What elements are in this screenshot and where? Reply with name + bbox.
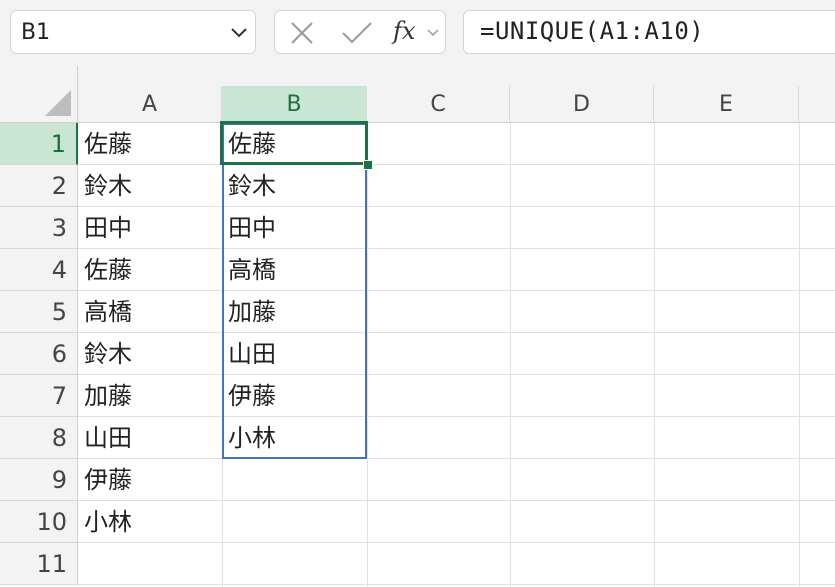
select-all-button[interactable] xyxy=(0,66,78,123)
cell-a2[interactable]: 鈴木 xyxy=(78,165,222,207)
spill-range-border xyxy=(222,123,367,459)
cell-a8[interactable]: 山田 xyxy=(78,417,222,459)
active-cell-border xyxy=(220,121,368,165)
chevron-down-icon[interactable] xyxy=(229,22,249,42)
select-all-triangle-icon xyxy=(45,90,71,116)
row-header-1[interactable]: 1 xyxy=(0,123,78,165)
row-header-11[interactable]: 11 xyxy=(0,543,78,585)
cell-a9[interactable]: 伊藤 xyxy=(78,459,222,501)
grid-top-strip xyxy=(78,66,835,86)
formula-buttons: fx xyxy=(274,10,446,54)
x-icon[interactable] xyxy=(289,20,315,46)
grid-line-vertical xyxy=(799,123,800,587)
cell-area: 佐藤 鈴木 田中 佐藤 高橋 鈴木 加藤 山田 伊藤 小林 佐藤 鈴木 田中 高橋 加藤 山田 伊藤 小林 xyxy=(78,121,835,587)
name-box[interactable]: B1 xyxy=(10,10,256,54)
cell-a4[interactable]: 佐藤 xyxy=(78,249,222,291)
row-header-2[interactable]: 2 xyxy=(0,165,78,207)
column-header-e[interactable]: E xyxy=(654,86,799,123)
row-header-3[interactable]: 3 xyxy=(0,207,78,249)
row-header-8[interactable]: 8 xyxy=(0,417,78,459)
cell-a7[interactable]: 加藤 xyxy=(78,375,222,417)
grid-line-vertical xyxy=(654,123,655,587)
formula-input[interactable]: =UNIQUE(A1:A10) xyxy=(463,10,835,54)
grid-line-vertical xyxy=(367,123,368,587)
row-header-6[interactable]: 6 xyxy=(0,333,78,375)
grid-line-vertical xyxy=(510,123,511,587)
formula-text: =UNIQUE(A1:A10) xyxy=(480,17,705,45)
cell-a6[interactable]: 鈴木 xyxy=(78,333,222,375)
column-header-overflow[interactable] xyxy=(799,86,835,123)
row-header-7[interactable]: 7 xyxy=(0,375,78,417)
row-header-9[interactable]: 9 xyxy=(0,459,78,501)
row-header-5[interactable]: 5 xyxy=(0,291,78,333)
name-box-value: B1 xyxy=(21,20,51,45)
spreadsheet-grid: ABCDE 1 2 3 4 5 6 7 8 9 10 11 佐藤 鈴木 田中 佐藤 高橋 鈴木 加藤 山田 伊藤 小林… xyxy=(0,66,835,587)
column-header-c[interactable]: C xyxy=(367,86,510,123)
column-headers: ABCDE xyxy=(78,86,835,123)
cell-a5[interactable]: 高橋 xyxy=(78,291,222,333)
row-header-10[interactable]: 10 xyxy=(0,501,78,543)
check-icon[interactable] xyxy=(341,20,373,46)
chevron-down-icon[interactable] xyxy=(427,28,439,38)
formula-bar-area: B1 fx =UNIQUE(A1:A10) xyxy=(0,0,835,66)
fill-handle[interactable] xyxy=(363,160,373,170)
column-header-a[interactable]: A xyxy=(78,86,222,123)
cell-a1[interactable]: 佐藤 xyxy=(78,123,222,165)
cell-a10[interactable]: 小林 xyxy=(78,501,222,543)
column-header-b[interactable]: B xyxy=(222,86,367,123)
column-header-d[interactable]: D xyxy=(510,86,654,123)
insert-function-button[interactable]: fx xyxy=(393,17,415,45)
grid-line-horizontal xyxy=(78,584,835,585)
row-header-4[interactable]: 4 xyxy=(0,249,78,291)
cell-a3[interactable]: 田中 xyxy=(78,207,222,249)
